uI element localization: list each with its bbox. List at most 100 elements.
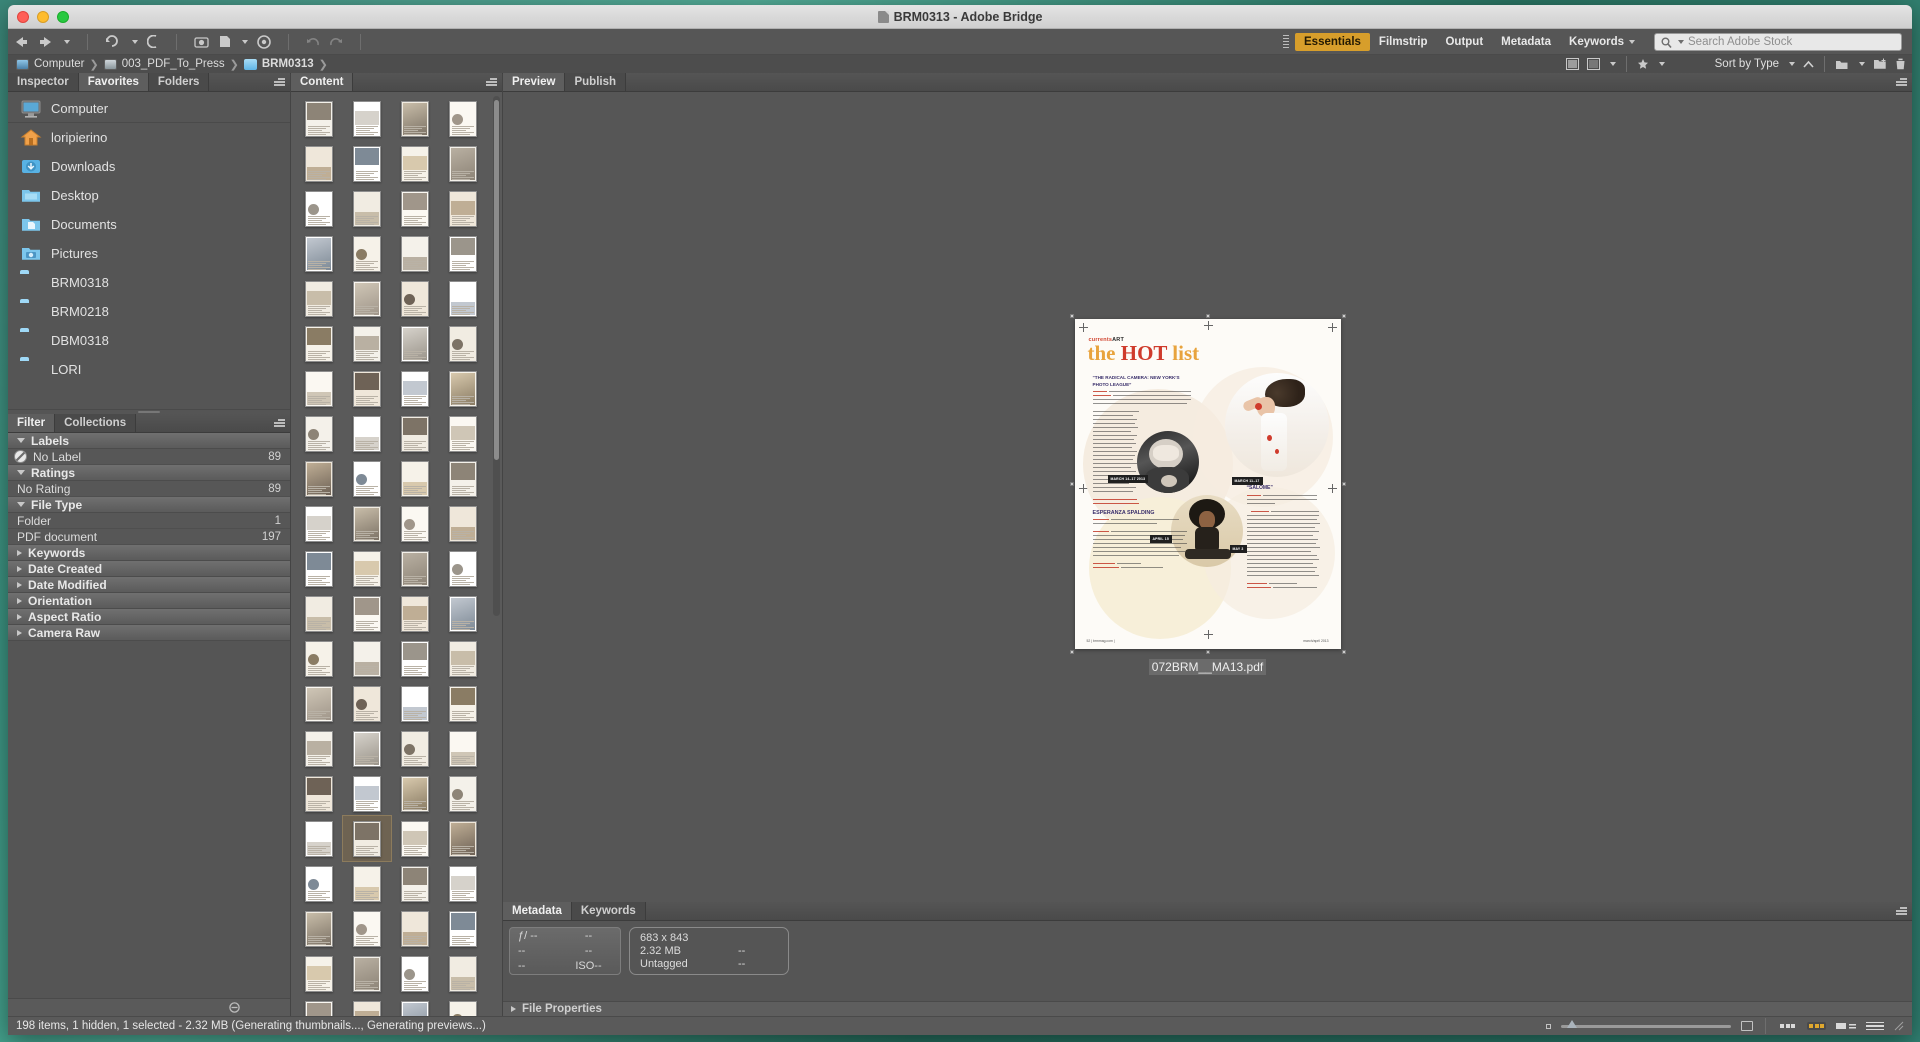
thumbnail-cell[interactable] (343, 906, 391, 951)
thumbnail-cell[interactable] (343, 681, 391, 726)
favorite-item-documents[interactable]: Documents (8, 210, 290, 239)
filter-group-keywords[interactable]: Keywords (8, 545, 290, 561)
thumbnail-cell[interactable] (343, 636, 391, 681)
thumbnail-cell[interactable] (295, 456, 343, 501)
workspace-keywords[interactable]: Keywords (1560, 33, 1644, 51)
star-rating-icon[interactable] (1637, 58, 1649, 70)
thumbnail-cell[interactable] (391, 681, 439, 726)
metadata-section-file-properties[interactable]: File Properties (503, 1001, 1912, 1016)
lock-icon[interactable] (229, 1002, 240, 1013)
filter-group-camera-raw[interactable]: Camera Raw (8, 625, 290, 641)
list-view-icon[interactable] (1866, 1021, 1884, 1031)
filter-row-no-label[interactable]: No Label 89 (8, 449, 290, 465)
panel-menu-icon[interactable] (486, 78, 497, 86)
filter-group-labels[interactable]: Labels (8, 433, 290, 449)
workspace-switcher[interactable]: Essentials Filmstrip Output Metadata Key… (1283, 29, 1644, 55)
thumbnail-cell[interactable] (439, 456, 487, 501)
thumbnail-cell[interactable] (439, 861, 487, 906)
thumbnail-cell[interactable] (439, 816, 487, 861)
panel-menu-icon[interactable] (1896, 78, 1907, 86)
thumbnail-cell[interactable] (439, 186, 487, 231)
thumbnail-cell[interactable] (391, 906, 439, 951)
thumbnail-cell[interactable] (343, 141, 391, 186)
filter-grid-icon[interactable] (1586, 58, 1600, 70)
favorite-item-loripierino[interactable]: loripierino (8, 123, 290, 152)
thumbnail-cell[interactable] (439, 951, 487, 996)
thumbnail-cell[interactable] (295, 366, 343, 411)
thumbnail-cell[interactable] (295, 771, 343, 816)
thumbnail-cell[interactable] (391, 726, 439, 771)
workspace-essentials[interactable]: Essentials (1295, 33, 1370, 51)
refine-icon[interactable] (218, 35, 231, 48)
delete-icon[interactable] (1895, 58, 1906, 70)
favorite-item-computer[interactable]: Computer (8, 94, 290, 123)
thumbnail-cell[interactable] (295, 861, 343, 906)
thumbnail-cell[interactable] (343, 726, 391, 771)
thumbnail-cell[interactable] (295, 501, 343, 546)
thumbnail-view-icon[interactable] (1807, 1022, 1826, 1030)
thumbnail-quality-icon[interactable] (1565, 58, 1579, 70)
thumbnail-cell[interactable] (295, 816, 343, 861)
panel-menu-icon[interactable] (1896, 907, 1907, 915)
new-folder-icon[interactable] (1873, 58, 1887, 70)
thumbnail-cell[interactable] (439, 771, 487, 816)
favorite-item-desktop[interactable]: Desktop (8, 181, 290, 210)
filter-row-pdf-document[interactable]: PDF document 197 (8, 529, 290, 545)
recent-dropdown-icon[interactable] (132, 39, 138, 44)
thumbnail-cell[interactable] (343, 996, 391, 1016)
thumbnail-cell[interactable] (439, 906, 487, 951)
filter-row-no-rating[interactable]: No Rating 89 (8, 481, 290, 497)
favorite-item-dbm0318[interactable]: DBM0318 (8, 326, 290, 355)
thumbnail-cell[interactable] (439, 996, 487, 1016)
thumbnail-cell[interactable] (343, 411, 391, 456)
refine-dropdown-icon[interactable] (242, 39, 248, 44)
recent-folders-icon[interactable] (105, 35, 121, 48)
thumbnail-cell[interactable] (391, 276, 439, 321)
open-in-camera-raw-icon[interactable] (257, 34, 271, 49)
filter-group-orientation[interactable]: Orientation (8, 593, 290, 609)
filter-group-ratings[interactable]: Ratings (8, 465, 290, 481)
thumbnail-cell[interactable] (295, 546, 343, 591)
breadcrumb-computer[interactable]: Computer (16, 58, 85, 70)
breadcrumb-003-pdf-to-press[interactable]: 003_PDF_To_Press (103, 58, 225, 70)
tab-folders[interactable]: Folders (148, 73, 210, 91)
filter-group-file-type[interactable]: File Type (8, 497, 290, 513)
tab-metadata[interactable]: Metadata (503, 902, 572, 920)
close-window-button[interactable] (17, 11, 29, 23)
thumbnail-cell[interactable] (439, 366, 487, 411)
thumbnail-cell[interactable] (439, 501, 487, 546)
favorite-item-brm0318[interactable]: BRM0318 (8, 268, 290, 297)
preview-panel[interactable]: currentsART the HOT list “THE RADICAL CA… (503, 92, 1912, 902)
thumbnail-cell[interactable] (439, 321, 487, 366)
thumbnail-cell[interactable] (343, 276, 391, 321)
thumbnail-cell[interactable] (343, 771, 391, 816)
thumbnail-cell[interactable] (391, 366, 439, 411)
search-adobe-stock-field[interactable]: Search Adobe Stock (1654, 33, 1902, 51)
favorite-item-pictures[interactable]: Pictures (8, 239, 290, 268)
thumbnail-cell[interactable] (391, 861, 439, 906)
workspace-metadata[interactable]: Metadata (1492, 33, 1560, 51)
thumbnail-cell[interactable] (343, 861, 391, 906)
filter-row-folder[interactable]: Folder 1 (8, 513, 290, 529)
tab-inspector[interactable]: Inspector (8, 73, 79, 91)
thumbnail-cell[interactable] (295, 951, 343, 996)
resize-grip-icon[interactable] (1894, 1021, 1904, 1031)
thumbnail-cell[interactable] (439, 96, 487, 141)
workspace-output[interactable]: Output (1436, 33, 1492, 51)
thumbnail-cell[interactable] (439, 411, 487, 456)
thumbnail-cell[interactable] (295, 186, 343, 231)
workspace-grip-icon[interactable] (1283, 35, 1290, 49)
thumbnail-cell[interactable] (391, 771, 439, 816)
thumbnail-cell-selected[interactable] (342, 815, 392, 862)
thumbnail-cell[interactable] (391, 636, 439, 681)
sort-by-label[interactable]: Sort by Type (1715, 58, 1779, 70)
thumbnail-cell[interactable] (391, 411, 439, 456)
thumbnail-cell[interactable] (391, 321, 439, 366)
thumbnail-cell[interactable] (295, 141, 343, 186)
thumbnail-cell[interactable] (391, 996, 439, 1016)
thumbnail-cell[interactable] (439, 141, 487, 186)
sort-ascending-icon[interactable] (1803, 60, 1814, 69)
minimize-window-button[interactable] (37, 11, 49, 23)
thumbnail-cell[interactable] (343, 231, 391, 276)
thumbnail-cell[interactable] (295, 321, 343, 366)
